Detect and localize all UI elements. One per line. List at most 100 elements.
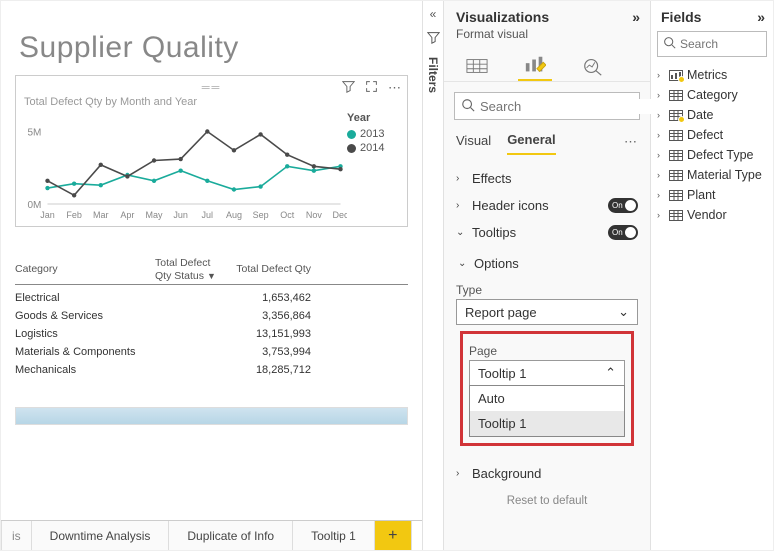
- table-row[interactable]: Mechanicals18,285,712: [15, 361, 408, 379]
- field-label: Date: [687, 108, 713, 122]
- focus-mode-icon[interactable]: [365, 80, 378, 96]
- table-icon: [669, 190, 683, 201]
- page-dropdown-highlight: Page Tooltip 1⌃ Auto Tooltip 1: [460, 331, 634, 446]
- section-tooltips[interactable]: ⌄TooltipsOn: [456, 219, 638, 246]
- section-background[interactable]: ›Background: [456, 460, 638, 487]
- svg-text:Oct: Oct: [280, 210, 295, 220]
- search-icon: [461, 98, 475, 115]
- tab-downtime[interactable]: Downtime Analysis: [32, 521, 170, 550]
- chevron-right-icon: ›: [657, 130, 665, 140]
- table-row[interactable]: Materials & Components3,753,994: [15, 343, 408, 361]
- format-visual-tab[interactable]: [518, 51, 552, 81]
- page-dropdown-list: Auto Tooltip 1: [469, 385, 625, 437]
- chevron-right-icon: ›: [456, 200, 466, 211]
- chevron-right-icon: ›: [657, 210, 665, 220]
- visualizations-title: Visualizations: [456, 9, 549, 25]
- page-tabs: is Downtime Analysis Duplicate of Info T…: [1, 520, 422, 550]
- svg-text:May: May: [146, 210, 164, 220]
- header-icons-toggle[interactable]: On: [608, 198, 638, 213]
- filter-icon[interactable]: [342, 80, 355, 96]
- filters-collapsed-pane[interactable]: « Filters: [422, 1, 444, 550]
- field-label: Defect Type: [687, 148, 753, 162]
- tab-prev[interactable]: is: [1, 521, 32, 550]
- fields-search-input[interactable]: [680, 37, 761, 51]
- page-option-auto[interactable]: Auto: [470, 386, 624, 411]
- field-defect[interactable]: › Defect: [655, 125, 769, 145]
- table-row[interactable]: Goods & Services3,356,864: [15, 307, 408, 325]
- format-visual-subtitle: Format visual: [444, 27, 650, 47]
- build-visual-tab[interactable]: [460, 51, 494, 81]
- table-icon: [669, 210, 683, 221]
- chevron-right-icon: ›: [657, 190, 665, 200]
- col-status[interactable]: Total Defect Qty Status ▼: [155, 257, 225, 282]
- chevron-down-icon: ⌄: [456, 227, 466, 238]
- page-option-tooltip1[interactable]: Tooltip 1: [470, 411, 624, 436]
- field-defect-type[interactable]: ›Defect Type: [655, 145, 769, 165]
- svg-text:5M: 5M: [28, 128, 42, 139]
- sort-indicator-icon: ▼: [207, 271, 216, 281]
- map-visual[interactable]: [15, 407, 408, 425]
- section-effects[interactable]: ›Effects: [456, 165, 638, 192]
- chevron-right-icon: ›: [657, 90, 665, 100]
- fields-title: Fields: [661, 9, 701, 25]
- chevron-right-icon: ›: [657, 110, 665, 120]
- page-label: Page: [469, 344, 625, 358]
- field-vendor[interactable]: ›Vendor: [655, 205, 769, 225]
- expand-pane-icon[interactable]: »: [632, 9, 640, 25]
- svg-text:Jun: Jun: [173, 210, 188, 220]
- table-icon: [669, 70, 683, 81]
- legend-item-2013[interactable]: 2013: [347, 128, 399, 140]
- reset-to-default[interactable]: Reset to default: [444, 487, 650, 511]
- cell-qty: 3,753,994: [225, 346, 315, 358]
- legend-item-2014[interactable]: 2014: [347, 142, 399, 154]
- page-title: Supplier Quality: [19, 31, 408, 65]
- format-search-input[interactable]: [480, 99, 656, 114]
- table-row[interactable]: Logistics13,151,993: [15, 325, 408, 343]
- cell-qty: 3,356,864: [225, 310, 315, 322]
- chevron-down-icon: ⌄: [618, 304, 629, 320]
- section-header-icons[interactable]: ›Header iconsOn: [456, 192, 638, 219]
- svg-text:Mar: Mar: [93, 210, 109, 220]
- tab-duplicate[interactable]: Duplicate of Info: [169, 521, 293, 550]
- col-category[interactable]: Category: [15, 263, 155, 276]
- section-options[interactable]: ⌄Options: [456, 250, 638, 277]
- collapse-chevron-icon[interactable]: «: [430, 7, 437, 21]
- format-search[interactable]: [454, 92, 640, 120]
- table-icon: [669, 90, 683, 101]
- cell-qty: 18,285,712: [225, 364, 315, 376]
- subtab-general[interactable]: General: [507, 128, 555, 155]
- col-qty[interactable]: Total Defect Qty: [225, 263, 315, 276]
- search-icon: [663, 36, 676, 52]
- field-category[interactable]: › Category: [655, 85, 769, 105]
- fields-pane: Fields » ›Metrics›Category›Date›Defect›D…: [651, 1, 773, 550]
- chevron-right-icon: ›: [456, 173, 466, 184]
- expand-pane-icon[interactable]: »: [757, 9, 765, 25]
- tab-tooltip1[interactable]: Tooltip 1: [293, 521, 375, 550]
- category-table[interactable]: Category Total Defect Qty Status ▼ Total…: [15, 257, 408, 379]
- table-row[interactable]: Electrical1,653,462: [15, 289, 408, 307]
- field-material-type[interactable]: ›Material Type: [655, 165, 769, 185]
- chart-legend: Year 2013 2014: [347, 112, 399, 222]
- chevron-right-icon: ›: [657, 70, 665, 80]
- fields-search[interactable]: [657, 31, 767, 57]
- filters-label: Filters: [426, 57, 440, 93]
- analytics-tab[interactable]: [576, 51, 610, 81]
- field-label: Defect: [687, 128, 723, 142]
- type-dropdown[interactable]: Report page⌄: [456, 299, 638, 325]
- field-metrics[interactable]: ›Metrics: [655, 65, 769, 85]
- line-chart-visual[interactable]: ══ ⋯ Total Defect Qty by Month and Year …: [15, 75, 408, 227]
- add-page-button[interactable]: +: [375, 521, 412, 550]
- more-options-icon[interactable]: ⋯: [388, 80, 401, 96]
- type-label: Type: [456, 283, 638, 297]
- subtab-visual[interactable]: Visual: [456, 129, 491, 154]
- cell-category: Electrical: [15, 292, 155, 304]
- table-icon: [669, 110, 683, 121]
- svg-text:Jan: Jan: [40, 210, 55, 220]
- chevron-down-icon: ⌄: [458, 258, 468, 269]
- field-plant[interactable]: ›Plant: [655, 185, 769, 205]
- page-dropdown[interactable]: Tooltip 1⌃: [469, 360, 625, 386]
- tooltips-toggle[interactable]: On: [608, 225, 638, 240]
- subtab-more-icon[interactable]: ⋯: [624, 134, 638, 150]
- field-label: Category: [687, 88, 738, 102]
- field-date[interactable]: › Date: [655, 105, 769, 125]
